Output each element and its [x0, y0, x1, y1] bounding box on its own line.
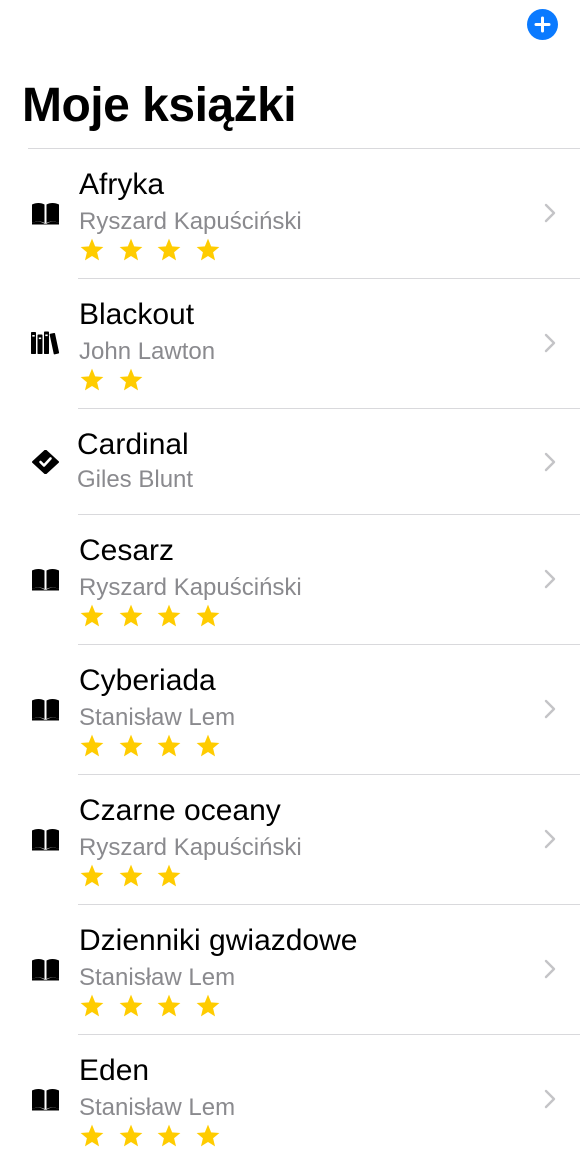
- book-row[interactable]: Dzienniki gwiazdowe Stanisław Lem: [0, 905, 580, 1035]
- star-icon: [158, 1124, 181, 1147]
- star-icon: [119, 238, 143, 261]
- books-on-shelf-icon: [31, 331, 60, 355]
- book-author: Stanisław Lem: [79, 964, 236, 991]
- star-icon: [80, 994, 104, 1017]
- star-icon: [119, 994, 143, 1017]
- star-icon: [80, 734, 104, 757]
- book-author: Ryszard Kapuściński: [79, 834, 302, 861]
- book-title: Eden: [79, 1054, 150, 1087]
- chevron-right-icon: [544, 569, 556, 589]
- book-open-icon: [32, 829, 59, 851]
- chevron-right-icon: [544, 699, 556, 719]
- star-icon: [196, 238, 220, 261]
- book-title: Cardinal: [77, 428, 189, 461]
- chevron-right-icon: [544, 959, 556, 979]
- book-title: Dzienniki gwiazdowe: [79, 924, 358, 957]
- chevron-right-icon: [544, 829, 556, 849]
- rating-stars: [79, 733, 234, 759]
- book-title: Blackout: [79, 298, 195, 331]
- book-author: Stanisław Lem: [79, 704, 236, 731]
- book-title: Czarne oceany: [79, 794, 281, 827]
- book-open-icon: [32, 699, 59, 721]
- chevron-right-icon: [544, 203, 556, 223]
- star-icon: [158, 734, 181, 757]
- rating-stars: [79, 367, 156, 393]
- star-icon: [196, 734, 220, 757]
- page-title: Moje książki: [22, 79, 297, 132]
- star-icon: [119, 604, 143, 627]
- book-row[interactable]: Eden Stanisław Lem: [0, 1035, 580, 1165]
- book-title: Afryka: [79, 168, 165, 201]
- star-icon: [80, 1124, 104, 1147]
- star-icon: [119, 734, 143, 757]
- chevron-right-icon: [544, 1089, 556, 1109]
- book-title: Cyberiada: [79, 664, 216, 697]
- star-icon: [80, 368, 104, 391]
- rating-stars: [79, 863, 195, 889]
- rating-stars: [79, 993, 234, 1019]
- star-icon: [80, 864, 104, 887]
- star-icon: [196, 994, 220, 1017]
- star-icon: [119, 368, 143, 391]
- checkmark-seal-icon: [32, 450, 59, 474]
- rating-stars: [79, 603, 234, 629]
- star-icon: [158, 604, 181, 627]
- star-icon: [158, 238, 181, 261]
- book-row[interactable]: Czarne oceany Ryszard Kapuściński: [0, 775, 580, 905]
- star-icon: [119, 864, 143, 887]
- book-open-icon: [32, 959, 59, 981]
- book-title: Cesarz: [79, 534, 175, 567]
- star-icon: [158, 994, 181, 1017]
- star-icon: [80, 238, 104, 261]
- book-author: Stanisław Lem: [79, 1094, 236, 1121]
- book-author: Ryszard Kapuściński: [79, 574, 302, 601]
- star-icon: [196, 1124, 220, 1147]
- book-author: John Lawton: [79, 338, 216, 365]
- chevron-right-icon: [544, 452, 556, 472]
- book-open-icon: [32, 569, 59, 591]
- book-row[interactable]: Cesarz Ryszard Kapuściński: [0, 515, 580, 645]
- plus-icon: [534, 16, 551, 33]
- book-author: Ryszard Kapuściński: [79, 208, 302, 235]
- book-list: Afryka Ryszard Kapuściński Blackout John La…: [0, 149, 580, 1165]
- star-icon: [80, 604, 104, 627]
- book-row[interactable]: Cyberiada Stanisław Lem: [0, 645, 580, 775]
- add-book-button[interactable]: [527, 9, 558, 40]
- star-icon: [119, 1124, 143, 1147]
- book-row[interactable]: Cardinal Giles Blunt: [0, 409, 580, 515]
- star-icon: [158, 864, 181, 887]
- book-row[interactable]: Blackout John Lawton: [0, 279, 580, 409]
- star-icon: [196, 604, 220, 627]
- book-open-icon: [32, 203, 59, 225]
- rating-stars: [79, 237, 234, 263]
- book-author: Giles Blunt: [77, 466, 194, 493]
- book-row[interactable]: Afryka Ryszard Kapuściński: [0, 149, 580, 279]
- chevron-right-icon: [544, 333, 556, 353]
- rating-stars: [79, 1123, 234, 1149]
- book-open-icon: [32, 1089, 59, 1111]
